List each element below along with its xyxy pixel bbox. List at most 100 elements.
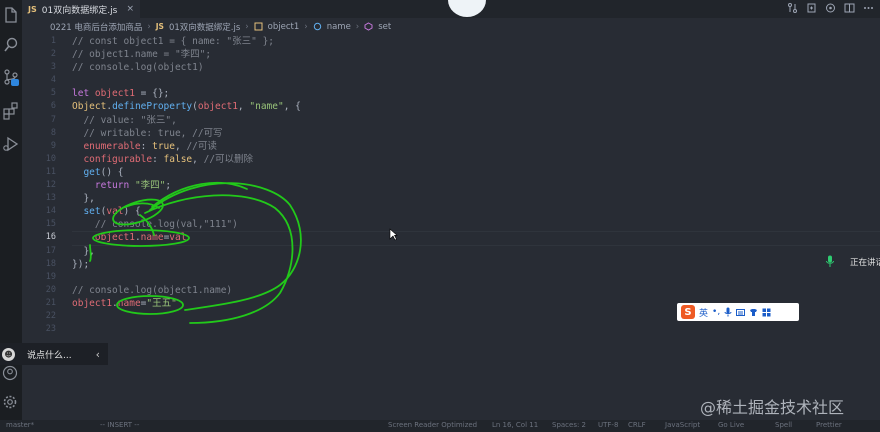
preview-icon[interactable]	[825, 2, 836, 14]
breadcrumb-file[interactable]: 01双向数据绑定.js	[169, 21, 240, 33]
status-eol[interactable]: CRLF	[628, 421, 646, 429]
ime-toolbar[interactable]: S 英 •,	[677, 303, 799, 321]
status-bar: master* -- INSERT -- Screen Reader Optim…	[0, 420, 880, 432]
code-line[interactable]: object1.name=val	[72, 231, 301, 244]
code-token: },	[72, 193, 95, 205]
code-token: :	[152, 153, 164, 165]
chat-placeholder[interactable]: 说点什么...	[27, 348, 72, 361]
status-encoding[interactable]: UTF-8	[598, 421, 618, 429]
sogou-logo-icon[interactable]: S	[681, 305, 695, 319]
line-number: 1	[50, 36, 56, 46]
js-file-icon: JS	[155, 22, 164, 31]
code-line[interactable]: },	[72, 192, 301, 205]
code-line[interactable]: set(val) {	[72, 205, 301, 218]
tab-file[interactable]: JS 01双向数据绑定.js ×	[22, 0, 140, 18]
account-icon[interactable]	[2, 365, 18, 381]
source-control-icon[interactable]	[2, 68, 20, 86]
code-token: false	[163, 153, 193, 165]
status-indent[interactable]: Spaces: 2	[552, 421, 586, 429]
open-changes-icon[interactable]	[806, 2, 817, 14]
line-number: 18	[45, 258, 56, 269]
code-token: () {	[100, 166, 124, 178]
line-number: 16	[45, 232, 56, 243]
code-token: object1	[72, 297, 113, 309]
code-line[interactable]: enumerable: true, //可读	[72, 140, 301, 153]
object-symbol-icon	[254, 22, 263, 31]
collapse-arrow-icon[interactable]: ‹	[96, 348, 100, 361]
toolbox-icon[interactable]	[762, 308, 771, 317]
code-line[interactable]: object1.name="王五"	[72, 297, 301, 310]
code-line[interactable]: configurable: false, //可以删除	[72, 153, 301, 166]
status-branch[interactable]: master*	[6, 421, 34, 429]
status-golive[interactable]: Go Live	[718, 421, 744, 429]
code-editor[interactable]: 1 2 3 4 5 6 7 8 9 10 11 12 13 14 15 16 17 18 19 20 21 22 23 //…	[22, 35, 880, 420]
chat-input-bar[interactable]: ☻ 说点什么... ‹	[0, 343, 108, 365]
mouse-cursor-icon	[389, 228, 398, 241]
breadcrumb-property[interactable]: name	[327, 22, 351, 32]
code-token: ) {	[123, 206, 141, 218]
code-line[interactable]: return "李四";	[72, 179, 301, 192]
line-number: 19	[45, 271, 56, 282]
code-token: "name"	[249, 101, 284, 113]
breadcrumb-method[interactable]: set	[378, 22, 391, 32]
code-line[interactable]: });	[72, 258, 301, 271]
code-area[interactable]: // const object1 = { name: "张三" }; // obj…	[72, 35, 301, 336]
more-actions-icon[interactable]	[863, 2, 874, 14]
status-insert-mode: -- INSERT --	[100, 421, 140, 429]
code-line[interactable]: get() {	[72, 166, 301, 179]
code-token: name	[117, 297, 141, 309]
code-line[interactable]: // console.log(val,"111")	[72, 218, 301, 231]
line-number: 23	[45, 324, 56, 335]
line-number: 20	[45, 284, 56, 295]
code-token: // value: "张三",	[72, 114, 177, 126]
close-icon[interactable]: ×	[126, 4, 134, 14]
status-language[interactable]: JavaScript	[665, 421, 700, 429]
breadcrumb-object[interactable]: object1	[268, 22, 300, 32]
gear-icon[interactable]	[2, 394, 18, 410]
code-token: // console.log(object1.name)	[72, 284, 233, 296]
code-line[interactable]: // object1.name = "李四";	[72, 48, 301, 61]
breadcrumb-folder[interactable]: 0221 电商后台添加商品	[50, 21, 142, 33]
skin-icon[interactable]	[749, 308, 758, 317]
code-token: ,	[175, 140, 187, 152]
punctuation-icon[interactable]: •,	[712, 307, 720, 317]
run-debug-icon[interactable]	[2, 135, 20, 153]
extensions-icon[interactable]	[2, 102, 20, 120]
line-number: 3	[50, 62, 56, 73]
code-line[interactable]: // console.log(object1.name)	[72, 284, 301, 297]
code-token: set	[83, 206, 101, 218]
code-line[interactable]	[72, 310, 301, 323]
explorer-icon[interactable]	[2, 6, 20, 24]
search-icon[interactable]	[2, 36, 20, 54]
line-number: 14	[45, 206, 56, 217]
code-line[interactable]: // const object1 = { name: "张三" };	[72, 35, 301, 48]
compare-icon[interactable]	[787, 2, 798, 14]
code-line[interactable]: Object.defineProperty(object1, "name", {	[72, 100, 301, 113]
microphone-icon[interactable]	[724, 307, 732, 317]
code-line[interactable]: // writable: true, //可写	[72, 127, 301, 140]
emoji-icon[interactable]: ☻	[2, 347, 15, 361]
status-cursor-position[interactable]: Ln 16, Col 11	[492, 421, 538, 429]
split-editor-icon[interactable]	[844, 2, 855, 14]
status-spell[interactable]: Spell	[775, 421, 792, 429]
code-token: true	[152, 140, 175, 152]
code-line[interactable]: },	[72, 245, 301, 258]
keyboard-icon[interactable]	[736, 308, 746, 317]
status-prettier[interactable]: Prettier	[816, 421, 842, 429]
code-line[interactable]	[72, 271, 301, 284]
code-token: get	[83, 166, 101, 178]
code-line[interactable]: let object1 = {};	[72, 87, 301, 100]
breadcrumb-separator: ›	[245, 21, 249, 32]
code-token: "王五"	[146, 297, 177, 309]
status-screen-reader[interactable]: Screen Reader Optimized	[388, 421, 477, 429]
code-token: ,	[192, 153, 204, 165]
code-line[interactable]	[72, 323, 301, 336]
code-line[interactable]	[72, 74, 301, 87]
code-token: // console.log(val,"111")	[72, 219, 238, 231]
code-line[interactable]: // console.log(object1)	[72, 61, 301, 74]
code-token: object1	[197, 101, 238, 113]
code-line[interactable]: // value: "张三",	[72, 114, 301, 127]
line-number: 17	[45, 245, 56, 256]
ime-language[interactable]: 英	[699, 306, 708, 319]
